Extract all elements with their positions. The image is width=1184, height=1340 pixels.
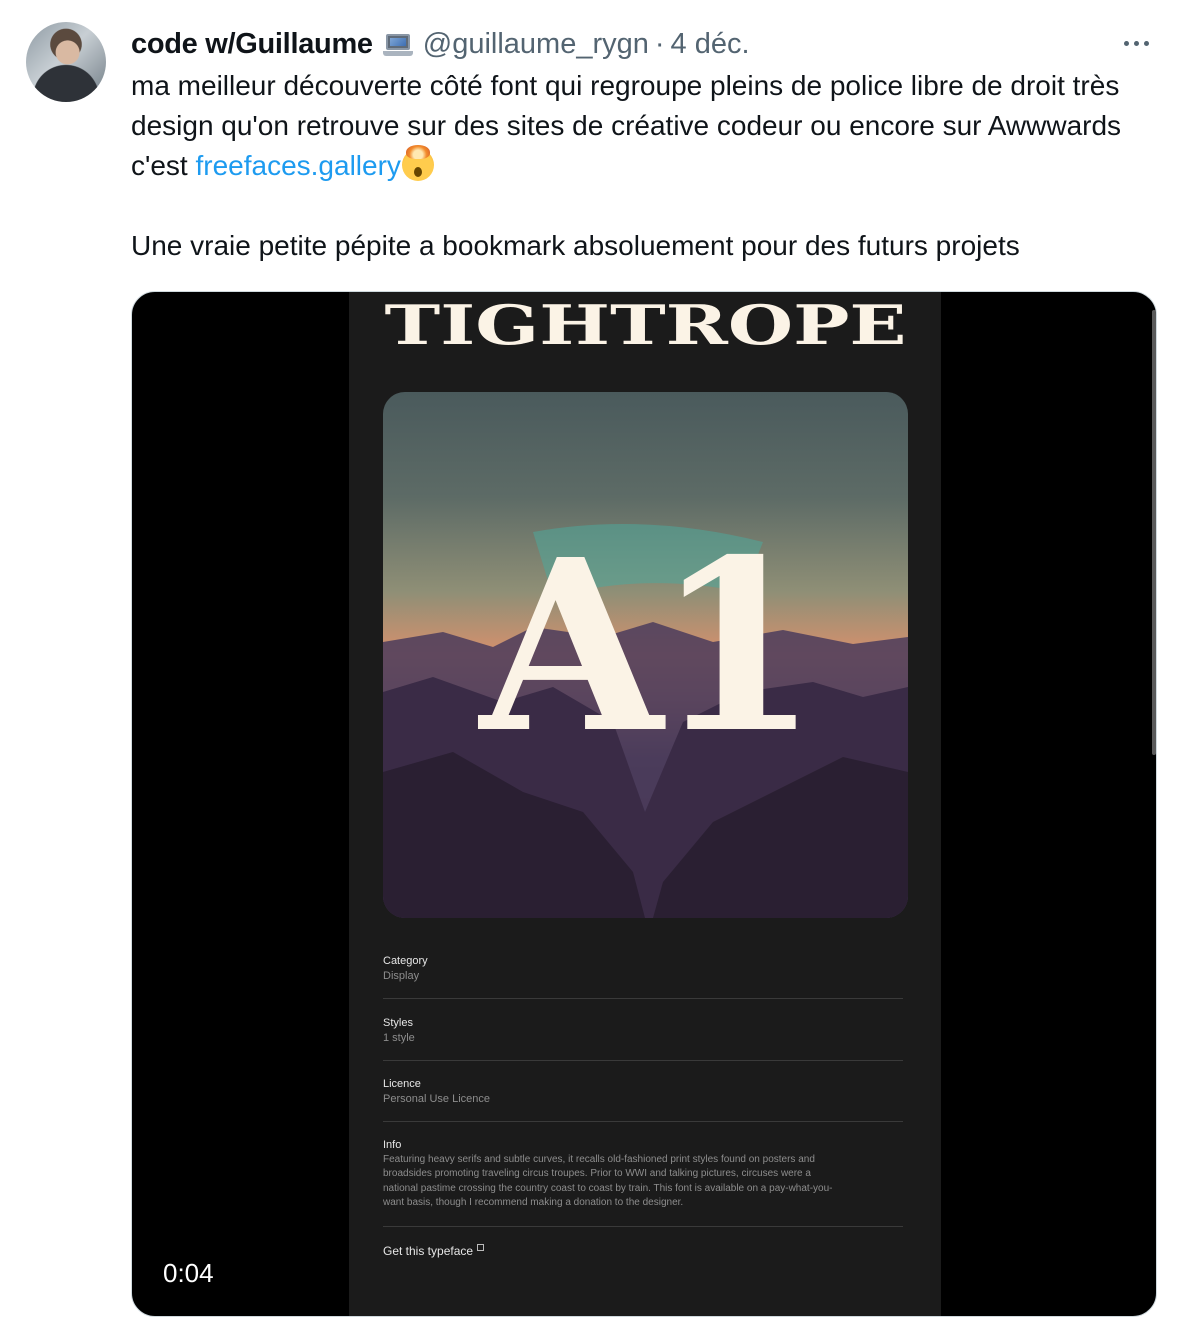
freefaces-link[interactable]: freefaces.gallery — [195, 150, 400, 181]
get-typeface-link[interactable]: Get this typeface — [383, 1242, 903, 1260]
tweet-date[interactable]: 4 déc. — [671, 28, 750, 61]
video-player[interactable]: TIGHTROPE A1 Category Display Styles 1 s… — [131, 291, 1157, 1317]
detail-label: Licence — [383, 1078, 421, 1090]
detail-value: Display — [383, 970, 420, 982]
detail-value: 1 style — [383, 1032, 415, 1044]
detail-info: Info Featuring heavy serifs and subtle c… — [383, 1138, 903, 1227]
exploding-head-icon — [401, 145, 434, 181]
tweet-text: ma meilleur découverte côté font qui reg… — [131, 66, 1161, 266]
more-options-icon[interactable] — [1116, 28, 1156, 58]
tweet-text-part2: Une vraie petite pépite a bookmark absol… — [131, 230, 1020, 261]
scrollbar — [1152, 310, 1156, 755]
detail-styles: Styles 1 style — [383, 1016, 903, 1061]
font-name: TIGHTROPE — [385, 298, 907, 354]
info-line: national pastime crossing the country co… — [383, 1182, 833, 1194]
info-label: Info — [383, 1139, 402, 1151]
author-avatar[interactable] — [26, 22, 106, 102]
divider — [383, 1121, 903, 1122]
specimen-glyph: A1 — [479, 507, 819, 785]
tweet-header: code w/Guillaume @guillaume_rygn · 4 déc… — [131, 22, 750, 66]
get-typeface-label[interactable]: Get this typeface — [383, 1244, 473, 1258]
font-wordmark: TIGHTROPE — [385, 298, 907, 354]
video-timestamp: 0:04 — [163, 1258, 214, 1288]
info-line: Featuring heavy serifs and subtle curves… — [383, 1154, 815, 1165]
separator-dot: · — [654, 27, 665, 60]
laptop-icon — [382, 34, 413, 58]
info-line: want basis, though I recommend making a … — [383, 1197, 684, 1209]
detail-label: Category — [383, 955, 428, 967]
divider — [383, 1060, 903, 1061]
author-name[interactable]: code w/Guillaume — [131, 28, 373, 61]
detail-licence: Licence Personal Use Licence — [383, 1077, 903, 1122]
detail-category: Category Display — [383, 954, 903, 999]
info-text: Featuring heavy serifs and subtle curves… — [383, 1153, 898, 1211]
font-specimen-card[interactable]: A1 — [383, 392, 908, 918]
info-line: broadsides promoting traveling circus tr… — [383, 1168, 811, 1180]
video-frame: TIGHTROPE A1 Category Display Styles 1 s… — [349, 292, 1156, 1316]
divider — [383, 998, 903, 999]
author-handle[interactable]: @guillaume_rygn — [423, 28, 649, 61]
detail-value: Personal Use Licence — [383, 1093, 491, 1105]
external-link-icon — [477, 1244, 485, 1251]
detail-label: Styles — [383, 1017, 413, 1029]
divider — [383, 1226, 903, 1227]
